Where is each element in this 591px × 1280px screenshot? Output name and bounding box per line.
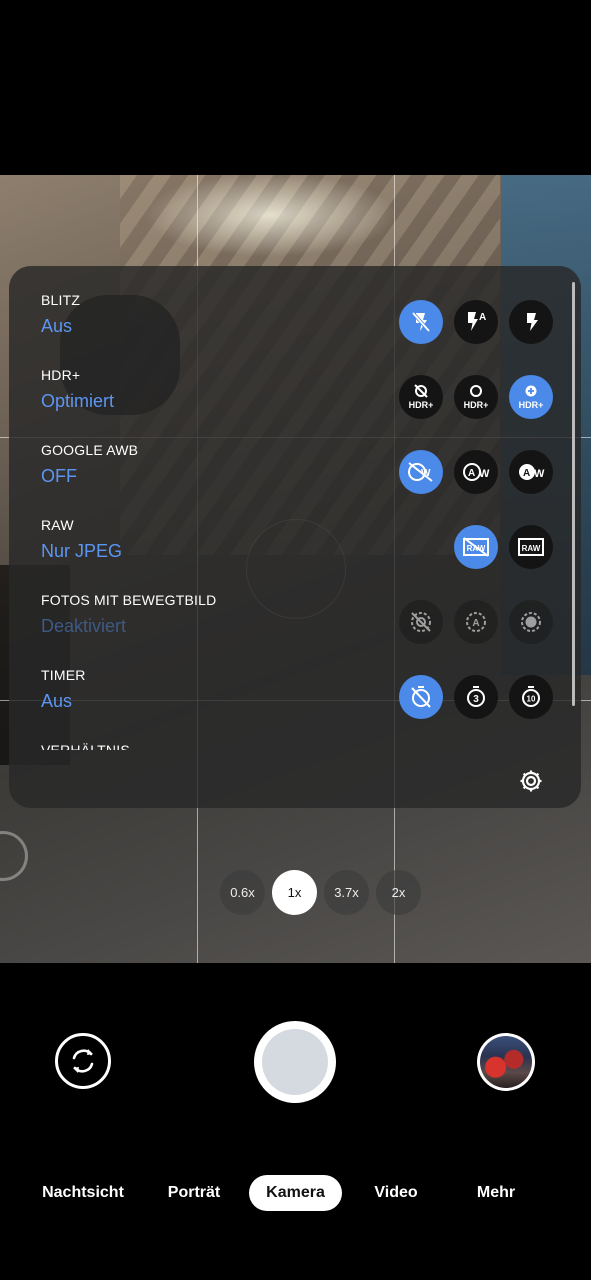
shutter-button[interactable] bbox=[254, 1021, 336, 1103]
zoom-selector: 0.6x 1x 3.7x 2x bbox=[220, 870, 422, 915]
timer-3-label: 3 bbox=[473, 694, 479, 705]
mode-kamera[interactable]: Kamera bbox=[249, 1175, 342, 1211]
zoom-1x-button[interactable]: 1x bbox=[272, 870, 317, 915]
quick-settings-panel: BLITZ Aus A HDR+ Optimiert HDR+ HDR+ HDR… bbox=[9, 266, 581, 808]
setting-title: HDR+ bbox=[41, 367, 81, 383]
raw-label: RAW bbox=[522, 544, 541, 553]
camera-mode-bar: Nachtsicht Porträt Kamera Video Mehr bbox=[0, 1175, 591, 1211]
svg-text:W: W bbox=[479, 468, 490, 480]
raw-on-icon[interactable]: RAW bbox=[509, 525, 553, 569]
setting-value: Deaktiviert bbox=[41, 616, 127, 636]
switch-camera-icon bbox=[72, 1049, 94, 1073]
setting-row-aspect-ratio: VERHÄLTNIS bbox=[9, 720, 581, 750]
awb-off-icon[interactable]: W bbox=[399, 450, 443, 494]
switch-camera-button[interactable] bbox=[55, 1033, 111, 1089]
hdr-label: HDR+ bbox=[519, 400, 544, 410]
setting-title: GOOGLE AWB bbox=[41, 442, 139, 458]
setting-row-motion-photos: FOTOS MIT BEWEGTBILD Deaktiviert A bbox=[9, 570, 581, 645]
setting-row-flash: BLITZ Aus A bbox=[9, 270, 581, 345]
flash-off-icon[interactable] bbox=[399, 300, 443, 344]
timer-3-icon[interactable]: 3 bbox=[454, 675, 498, 719]
gallery-thumbnail-button[interactable] bbox=[477, 1033, 535, 1091]
setting-value: Nur JPEG bbox=[41, 541, 123, 561]
loading-spinner bbox=[0, 831, 28, 881]
mode-nachtsicht[interactable]: Nachtsicht bbox=[36, 1175, 130, 1211]
zoom-2x-button[interactable]: 2x bbox=[376, 870, 421, 915]
flash-on-icon[interactable] bbox=[509, 300, 553, 344]
hdr-on-icon[interactable]: HDR+ bbox=[454, 375, 498, 419]
svg-text:A: A bbox=[472, 618, 479, 629]
settings-list[interactable]: BLITZ Aus A HDR+ Optimiert HDR+ HDR+ HDR… bbox=[9, 266, 581, 750]
setting-title: VERHÄLTNIS bbox=[41, 742, 130, 750]
setting-value: Aus bbox=[41, 691, 73, 711]
mode-video[interactable]: Video bbox=[366, 1175, 426, 1211]
setting-title: BLITZ bbox=[41, 292, 81, 308]
setting-row-awb: GOOGLE AWB OFF W AW AW bbox=[9, 420, 581, 495]
last-photo-thumbnail bbox=[480, 1036, 532, 1088]
setting-title: FOTOS MIT BEWEGTBILD bbox=[41, 592, 217, 608]
motion-auto-icon: A bbox=[454, 600, 498, 644]
svg-text:A: A bbox=[523, 468, 530, 479]
hdr-label: HDR+ bbox=[409, 400, 434, 410]
mode-mehr[interactable]: Mehr bbox=[468, 1175, 524, 1211]
shutter-inner bbox=[262, 1029, 328, 1095]
hdr-enhanced-icon[interactable]: HDR+ bbox=[509, 375, 553, 419]
setting-value: Aus bbox=[41, 316, 73, 336]
setting-row-timer: TIMER Aus 3 10 bbox=[9, 645, 581, 720]
mode-portraet[interactable]: Porträt bbox=[158, 1175, 230, 1211]
setting-row-raw: RAW Nur JPEG RAW RAW bbox=[9, 495, 581, 570]
hdr-label: HDR+ bbox=[464, 400, 489, 410]
setting-value: Optimiert bbox=[41, 391, 115, 411]
timer-10-label: 10 bbox=[527, 695, 536, 704]
awb-auto-icon[interactable]: AW bbox=[454, 450, 498, 494]
flash-auto-icon[interactable]: A bbox=[454, 300, 498, 344]
zoom-3.7x-button[interactable]: 3.7x bbox=[324, 870, 369, 915]
timer-10-icon[interactable]: 10 bbox=[509, 675, 553, 719]
timer-off-icon[interactable] bbox=[399, 675, 443, 719]
motion-on-icon bbox=[509, 600, 553, 644]
gear-icon[interactable] bbox=[516, 766, 546, 796]
motion-off-icon bbox=[399, 600, 443, 644]
settings-scrollbar[interactable] bbox=[572, 282, 575, 706]
awb-on-icon[interactable]: AW bbox=[509, 450, 553, 494]
hdr-off-icon[interactable]: HDR+ bbox=[399, 375, 443, 419]
setting-title: RAW bbox=[41, 517, 74, 533]
svg-text:A: A bbox=[468, 468, 475, 479]
setting-title: TIMER bbox=[41, 667, 86, 683]
svg-text:A: A bbox=[479, 312, 486, 323]
setting-value: OFF bbox=[41, 466, 77, 486]
raw-off-icon[interactable]: RAW bbox=[454, 525, 498, 569]
zoom-0.6x-button[interactable]: 0.6x bbox=[220, 870, 265, 915]
setting-row-hdr: HDR+ Optimiert HDR+ HDR+ HDR+ bbox=[9, 345, 581, 420]
svg-text:W: W bbox=[534, 468, 545, 480]
